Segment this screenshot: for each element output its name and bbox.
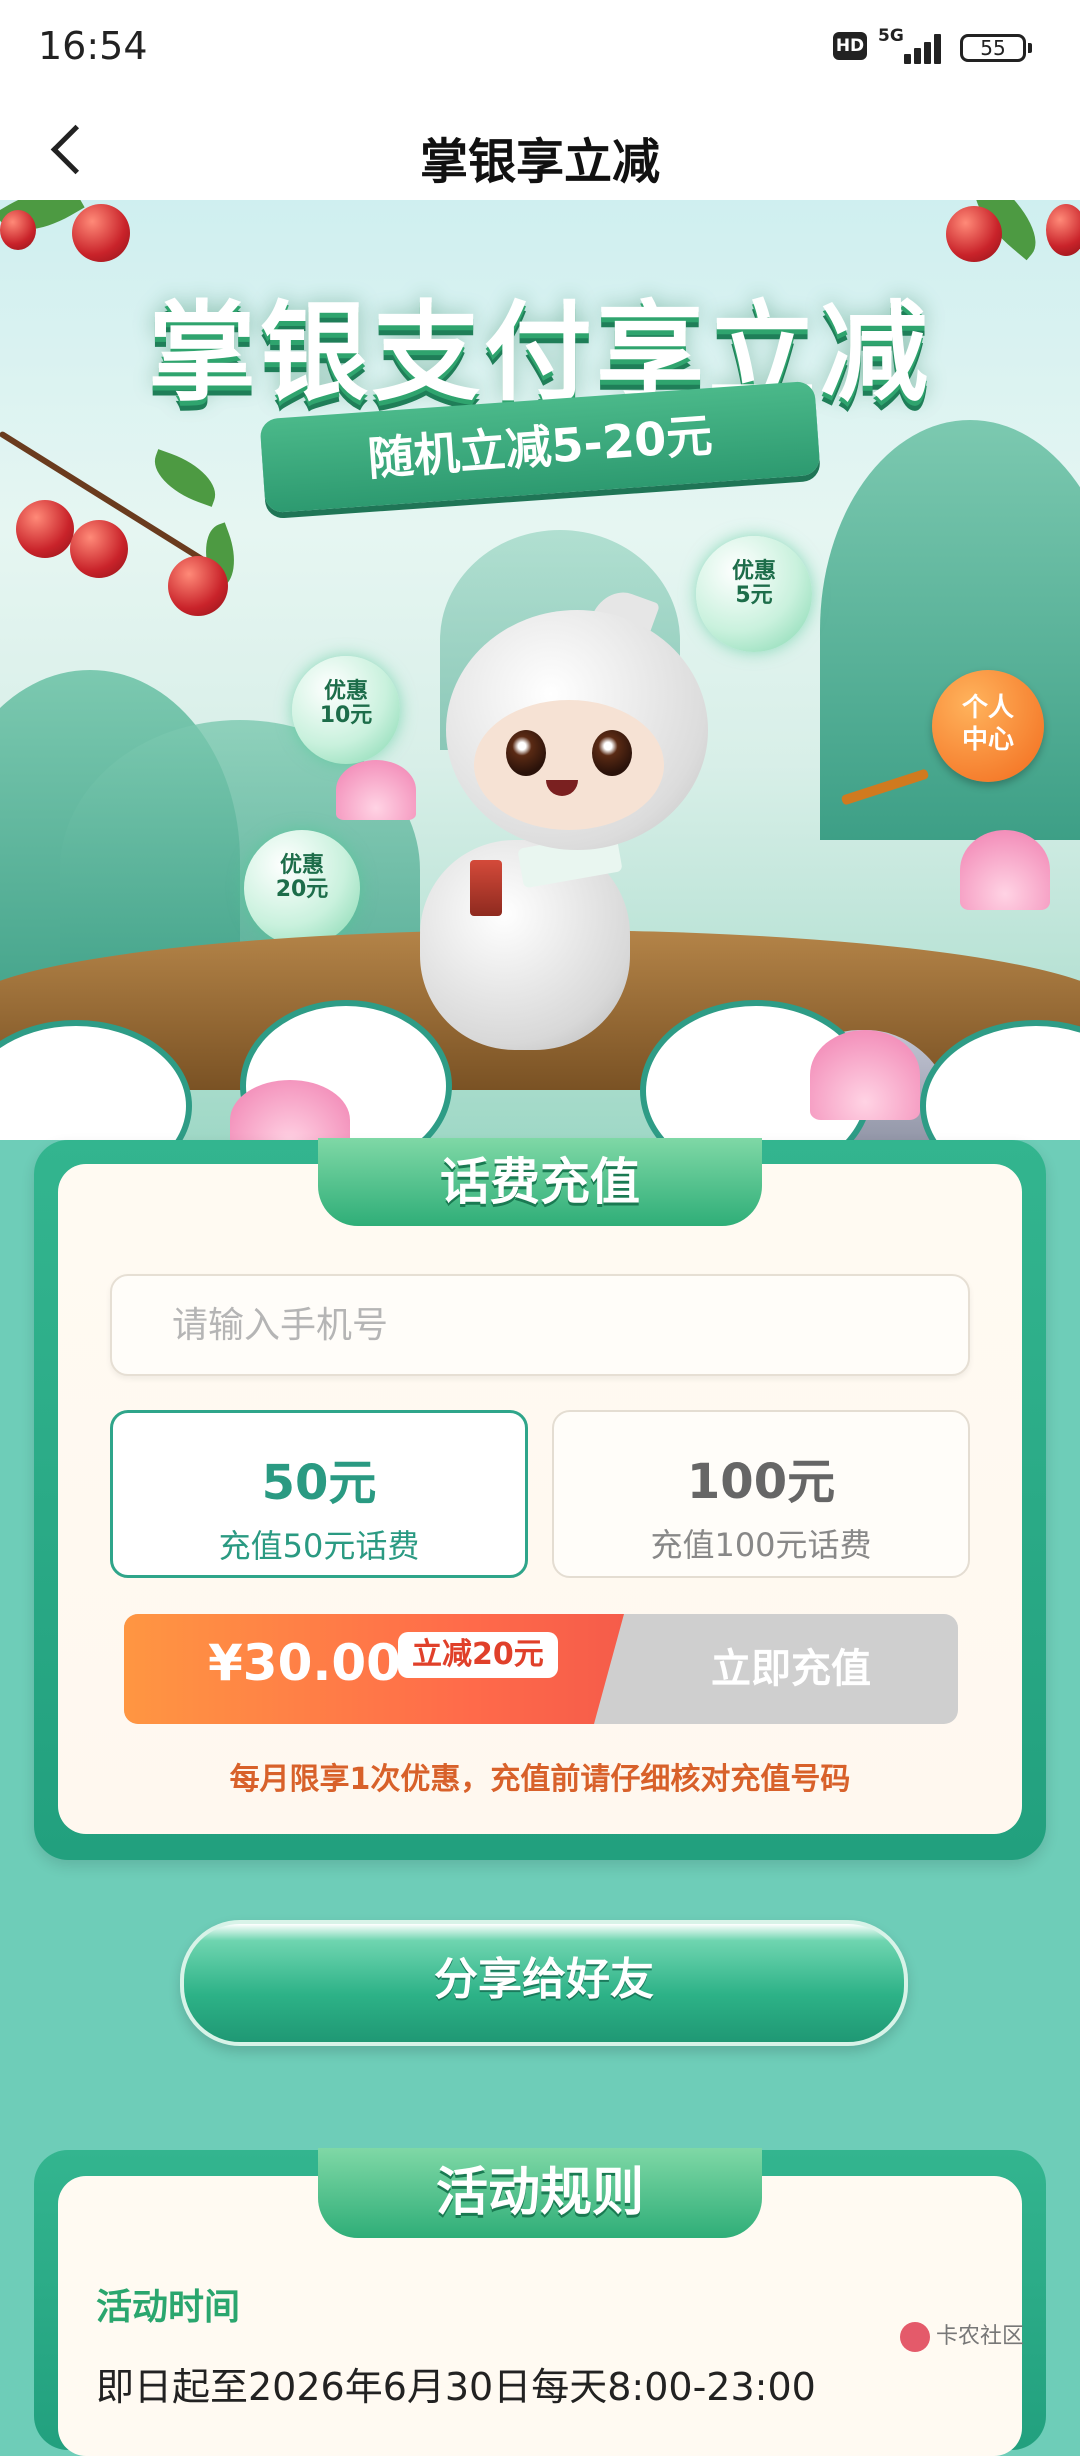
battery-icon: 55 [960, 34, 1032, 62]
mascot-eye [592, 730, 632, 776]
recharge-notice: 每月限享1次优惠，充值前请仔细核对充值号码 [229, 1762, 851, 1797]
activity-time-text: 即日起至2026年6月30日每天8:00-23:00 [96, 2365, 816, 2409]
discount-bubble: 优惠 20元 [244, 830, 360, 946]
amount-option-100[interactable]: 100元 充值100元话费 [552, 1410, 970, 1578]
network-type: 5G [878, 26, 904, 46]
signal-icon: 5G [878, 26, 944, 68]
amount-value: 100元 [686, 1454, 836, 1510]
recharge-now-button[interactable]: 立即充值 [624, 1614, 958, 1724]
drink-cup-illustration [470, 860, 502, 916]
lotus-illustration [810, 1030, 920, 1120]
discount-bubble: 优惠 10元 [292, 656, 400, 764]
pay-price: ¥30.00 [208, 1634, 401, 1692]
lychee-illustration [1046, 204, 1080, 256]
mascot-face [474, 700, 664, 830]
mountain-illustration [820, 420, 1080, 840]
amount-value: 50元 [261, 1455, 377, 1511]
activity-time-label: 活动时间 [96, 2287, 241, 2328]
watermark-logo-icon [900, 2322, 930, 2352]
rules-section-title: 活动规则 [318, 2148, 762, 2238]
banner-title: 掌银支付享立减 [147, 291, 932, 416]
watermark: 卡农社区 [900, 2318, 1030, 2364]
leaf-illustration [145, 449, 225, 507]
page-title: 掌银享立减 [419, 134, 660, 190]
lychee-illustration [70, 520, 128, 578]
personal-center-button[interactable]: 个人 中心 [932, 670, 1044, 782]
status-time: 16:54 [38, 24, 148, 68]
hd-icon: HD [833, 32, 867, 60]
watermark-text: 卡农社区 [936, 2324, 1025, 2349]
amount-description: 充值100元话费 [650, 1526, 872, 1564]
lychee-illustration [946, 206, 1002, 262]
lychee-illustration [0, 210, 36, 250]
phone-number-input[interactable] [110, 1274, 970, 1376]
price-panel: ¥30.00 立减20元 [124, 1614, 624, 1724]
mascot-eye [506, 730, 546, 776]
status-bar: 16:54 HD 5G 55 [0, 0, 1080, 96]
lotus-illustration [960, 830, 1050, 910]
share-button[interactable]: 分享给好友 [180, 1920, 908, 2046]
lychee-illustration [168, 556, 228, 616]
recharge-section-title: 话费充值 [318, 1138, 762, 1226]
amount-description: 充值50元话费 [218, 1527, 420, 1565]
amount-option-50[interactable]: 50元 充值50元话费 [110, 1410, 528, 1578]
lychee-illustration [72, 204, 130, 262]
lotus-illustration [336, 760, 416, 820]
discount-bubble: 优惠 5元 [696, 536, 812, 652]
lychee-illustration [16, 500, 74, 558]
discount-badge: 立减20元 [398, 1632, 558, 1678]
payment-bar: ¥30.00 立减20元 立即充值 [124, 1614, 958, 1724]
promo-banner: 掌银支付享立减 随机立减5-20元 优惠 5元 优惠 10元 优惠 20元 个人 中心 [0, 200, 1080, 1140]
nav-bar: 掌银享立减 [0, 96, 1080, 200]
